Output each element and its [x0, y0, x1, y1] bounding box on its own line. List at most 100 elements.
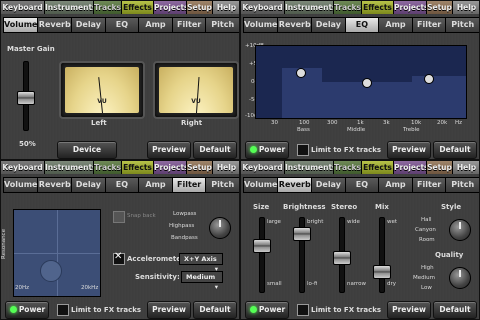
fx-tab-filter[interactable]: Filter	[412, 178, 447, 192]
nav-tab-keyboard[interactable]: Keyboard	[1, 1, 45, 14]
fx-tab-amp[interactable]: Amp	[379, 18, 413, 32]
fx-tabs: Volume Reverb Delay EQ Amp Filter Pitch	[3, 17, 239, 33]
fx-tab-eq[interactable]: EQ	[345, 178, 380, 192]
default-button[interactable]: Default	[193, 301, 237, 319]
default-button[interactable]: Default	[433, 301, 477, 319]
nav-tab-tracks[interactable]: Tracks	[94, 1, 122, 14]
default-button[interactable]: Default	[193, 141, 237, 159]
filter-xy-pad[interactable]	[13, 209, 101, 297]
stereo-slider-handle[interactable]	[333, 251, 351, 265]
nav-tab-setup[interactable]: Setup	[427, 1, 453, 14]
fx-tab-delay[interactable]: Delay	[312, 178, 346, 192]
style-canyon: Canyon	[415, 227, 436, 233]
nav-tab-setup[interactable]: Setup	[187, 1, 213, 14]
size-slider-handle[interactable]	[253, 239, 271, 253]
xy-pad-handle[interactable]	[40, 260, 62, 282]
nav-tab-keyboard[interactable]: Keyboard	[241, 1, 285, 14]
fx-tab-delay[interactable]: Delay	[72, 178, 106, 192]
freq-label-100: 100	[299, 120, 310, 126]
style-knob[interactable]	[449, 219, 471, 241]
fx-tab-delay[interactable]: Delay	[312, 18, 346, 32]
snap-back-checkbox[interactable]	[113, 211, 125, 223]
fx-tab-pitch[interactable]: Pitch	[446, 18, 479, 32]
limit-fx-checkbox[interactable]	[57, 304, 69, 316]
nav-tab-help[interactable]: Help	[453, 1, 479, 14]
filter-mode-knob[interactable]	[209, 217, 231, 239]
main-nav: Keyboard Instruments Tracks Effects Proj…	[1, 161, 239, 175]
fx-tab-eq[interactable]: EQ	[345, 18, 380, 32]
fx-tab-reverb[interactable]: Reverb	[278, 18, 313, 32]
preview-button[interactable]: Preview	[387, 141, 431, 159]
fx-tab-volume[interactable]: Volume	[4, 18, 39, 32]
nav-tab-help[interactable]: Help	[213, 1, 239, 14]
xy-pad-hline	[14, 253, 100, 254]
fx-tab-reverb[interactable]: Reverb	[38, 18, 73, 32]
power-button[interactable]: Power	[5, 301, 49, 319]
nav-tab-projects[interactable]: Projects	[394, 161, 427, 174]
fx-tab-eq[interactable]: EQ	[105, 18, 140, 32]
nav-tab-tracks[interactable]: Tracks	[334, 1, 362, 14]
sensitivity-select[interactable]: Medium ▾	[181, 271, 223, 291]
nav-tab-tracks[interactable]: Tracks	[94, 161, 122, 174]
nav-tab-help[interactable]: Help	[213, 161, 239, 174]
nav-tab-instruments[interactable]: Instruments	[285, 1, 334, 14]
nav-tab-effects[interactable]: Effects	[362, 1, 394, 14]
power-button[interactable]: Power	[245, 141, 289, 159]
limit-fx-checkbox[interactable]	[297, 304, 309, 316]
fx-tab-reverb[interactable]: Reverb	[278, 178, 313, 192]
nav-tab-instruments[interactable]: Instruments	[45, 1, 94, 14]
nav-tab-effects[interactable]: Effects	[122, 1, 154, 14]
preview-button[interactable]: Preview	[147, 301, 191, 319]
fx-tab-amp[interactable]: Amp	[139, 18, 173, 32]
accelerometer-select[interactable]: X+Y Axis ▾	[179, 253, 223, 273]
fx-tab-filter[interactable]: Filter	[172, 18, 207, 32]
fx-tab-eq[interactable]: EQ	[105, 178, 140, 192]
power-button[interactable]: Power	[245, 301, 289, 319]
fx-tab-pitch[interactable]: Pitch	[446, 178, 479, 192]
nav-tab-effects[interactable]: Effects	[362, 161, 394, 174]
eq-middle-node[interactable]	[362, 78, 372, 88]
volume-panel: Keyboard Instruments Tracks Effects Proj…	[0, 0, 240, 160]
nav-tab-effects[interactable]: Effects	[122, 161, 154, 174]
preview-button[interactable]: Preview	[147, 141, 191, 159]
nav-tab-setup[interactable]: Setup	[187, 161, 213, 174]
fx-tab-volume[interactable]: Volume	[244, 18, 279, 32]
fx-tab-filter[interactable]: Filter	[412, 18, 447, 32]
size-slider-track[interactable]	[259, 217, 265, 293]
fx-tab-amp[interactable]: Amp	[139, 178, 173, 192]
mix-slider-handle[interactable]	[373, 265, 391, 279]
nav-tab-instruments[interactable]: Instruments	[45, 161, 94, 174]
nav-tab-setup[interactable]: Setup	[427, 161, 453, 174]
fx-tab-reverb[interactable]: Reverb	[38, 178, 73, 192]
quality-knob[interactable]	[449, 267, 471, 289]
nav-tab-instruments[interactable]: Instruments	[285, 161, 334, 174]
default-button[interactable]: Default	[433, 141, 477, 159]
nav-tab-projects[interactable]: Projects	[154, 161, 187, 174]
fx-tab-pitch[interactable]: Pitch	[206, 18, 239, 32]
fx-tab-pitch[interactable]: Pitch	[206, 178, 239, 192]
preview-button[interactable]: Preview	[387, 301, 431, 319]
limit-fx-checkbox[interactable]	[297, 144, 309, 156]
device-volume-button[interactable]: Device Volume	[57, 141, 117, 159]
nav-tab-keyboard[interactable]: Keyboard	[1, 161, 45, 174]
nav-tab-projects[interactable]: Projects	[394, 1, 427, 14]
nav-tab-tracks[interactable]: Tracks	[334, 161, 362, 174]
eq-treble-node[interactable]	[424, 74, 434, 84]
style-label: Style	[441, 203, 462, 211]
gain-slider-handle[interactable]	[17, 91, 35, 105]
accelerometer-checkbox[interactable]: ✕	[113, 251, 125, 265]
eq-graph[interactable]	[255, 45, 467, 119]
fx-tab-delay[interactable]: Delay	[72, 18, 106, 32]
nav-tab-projects[interactable]: Projects	[154, 1, 187, 14]
nav-tab-help[interactable]: Help	[453, 161, 479, 174]
fx-tab-amp[interactable]: Amp	[379, 178, 413, 192]
eq-bass-node[interactable]	[296, 68, 306, 78]
nav-tab-keyboard[interactable]: Keyboard	[241, 161, 285, 174]
fx-tab-filter[interactable]: Filter	[172, 178, 207, 192]
mix-slider-track[interactable]	[379, 217, 385, 293]
fx-tab-volume[interactable]: Volume	[4, 178, 39, 192]
style-hall: Hall	[421, 217, 432, 223]
brightness-slider-handle[interactable]	[293, 227, 311, 241]
fx-tab-volume[interactable]: Volume	[244, 178, 279, 192]
freq-label-1k: 1k	[357, 120, 364, 126]
